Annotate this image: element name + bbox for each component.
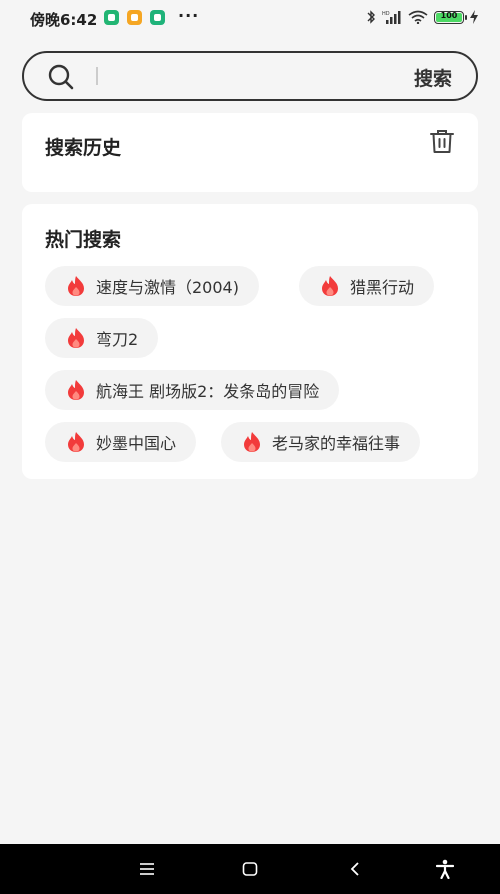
hot-search-chip[interactable]: 猎黑行动 — [299, 266, 435, 306]
more-notifications-icon: ··· — [178, 6, 200, 25]
fire-icon — [68, 328, 84, 348]
accessibility-button[interactable] — [432, 856, 458, 882]
back-button[interactable] — [342, 856, 368, 882]
charging-icon — [470, 10, 478, 24]
fire-icon — [68, 276, 84, 296]
wifi-icon — [408, 10, 428, 24]
orange-app-icon — [127, 10, 142, 25]
hot-search-label: 弯刀2 — [96, 330, 139, 349]
status-time: 傍晚6:42 — [30, 11, 98, 29]
fire-icon — [68, 380, 84, 400]
fire-icon — [68, 432, 84, 452]
green-shield-icon — [150, 10, 165, 25]
hot-search-label: 猎黑行动 — [350, 278, 415, 297]
status-bar: 傍晚6:42 ··· HD 100 — [0, 0, 500, 36]
system-nav-bar — [0, 844, 500, 894]
hot-search-chip[interactable]: 弯刀2 — [45, 318, 159, 358]
signal-icon: HD — [382, 11, 401, 24]
hot-search-chip[interactable]: 航海王 剧场版2：发条岛的冒险 — [45, 370, 340, 410]
search-button[interactable]: 搜索 — [414, 64, 452, 91]
home-button[interactable] — [237, 856, 263, 882]
back-icon — [350, 862, 359, 876]
svg-text:HD: HD — [382, 11, 390, 17]
menu-icon — [140, 863, 154, 875]
text-cursor — [96, 67, 98, 85]
hot-search-label: 妙墨中国心 — [96, 434, 177, 453]
search-history-title: 搜索历史 — [45, 137, 122, 159]
hot-search-chip[interactable]: 妙墨中国心 — [45, 422, 197, 462]
battery-icon: 100 — [434, 10, 467, 24]
hot-search-card: 热门搜索 速度与激情（2004) 猎黑行动 弯刀2 航海王 剧场版2：发条岛的冒… — [22, 204, 478, 479]
bluetooth-icon — [367, 10, 375, 24]
search-icon — [48, 64, 74, 90]
hot-search-label: 速度与激情（2004) — [96, 278, 239, 297]
fire-icon — [322, 276, 338, 296]
home-icon — [242, 862, 258, 876]
hot-search-chip[interactable]: 老马家的幸福往事 — [221, 422, 421, 462]
accessibility-icon — [436, 859, 454, 879]
search-history-card: 搜索历史 — [22, 113, 478, 192]
hot-search-label: 老马家的幸福往事 — [272, 434, 401, 453]
menu-button[interactable] — [134, 856, 160, 882]
status-indicators: HD 100 — [366, 10, 478, 24]
green-app-icon — [104, 10, 119, 25]
hot-search-label: 航海王 剧场版2：发条岛的冒险 — [96, 382, 320, 401]
trash-icon[interactable] — [430, 130, 454, 154]
fire-icon — [244, 432, 260, 452]
hot-search-chip[interactable]: 速度与激情（2004) — [45, 266, 259, 306]
hot-search-title: 热门搜索 — [45, 229, 122, 251]
search-input[interactable] — [104, 61, 408, 93]
search-bar: 搜索 — [22, 51, 478, 101]
